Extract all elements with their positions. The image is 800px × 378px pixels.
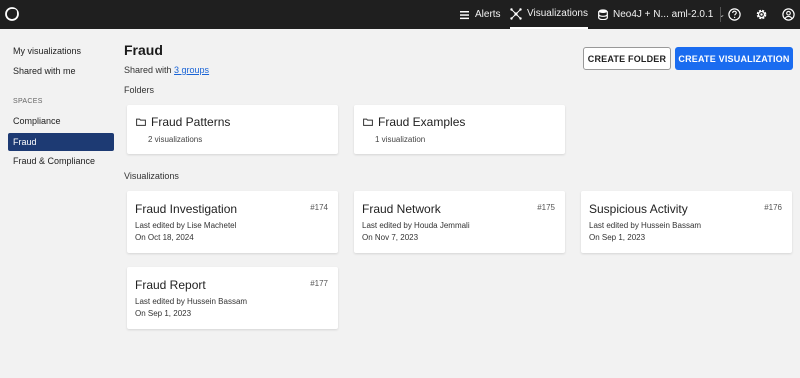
- visualization-title: Fraud Network: [362, 202, 441, 216]
- visualization-date: On Sep 1, 2023: [589, 233, 646, 242]
- create-folder-button[interactable]: CREATE FOLDER: [583, 47, 671, 70]
- shared-prefix: Shared with: [124, 65, 175, 75]
- visualization-date: On Oct 18, 2024: [135, 233, 194, 242]
- folders-heading: Folders: [124, 85, 155, 95]
- visualization-date: On Nov 7, 2023: [362, 233, 419, 242]
- shared-groups-link[interactable]: 3 groups: [174, 65, 209, 75]
- folder-card[interactable]: Fraud Patterns 2 visualizations: [127, 105, 338, 154]
- folder-count: 1 visualization: [375, 135, 426, 144]
- folder-icon: [363, 118, 373, 126]
- visualization-edited-by: Last edited by Lise Machetel: [135, 221, 237, 230]
- gear-icon[interactable]: [755, 8, 768, 21]
- visualization-id: #175: [537, 203, 555, 212]
- folder-title: Fraud Examples: [378, 115, 466, 129]
- sidebar-item-compliance[interactable]: Compliance: [8, 112, 114, 130]
- visualization-title: Fraud Investigation: [135, 202, 238, 216]
- help-icon[interactable]: [728, 8, 741, 21]
- spaces-heading: SPACES: [13, 98, 43, 105]
- sidebar: My visualizations Shared with me SPACES …: [0, 29, 121, 378]
- sidebar-item-my-visualizations[interactable]: My visualizations: [8, 42, 114, 60]
- folder-icon: [136, 118, 146, 126]
- database-icon: [598, 9, 608, 20]
- visualization-id: #177: [310, 279, 328, 288]
- sidebar-item-fraud[interactable]: Fraud: [8, 133, 114, 151]
- visualization-title: Fraud Report: [135, 278, 206, 292]
- top-bar: Alerts Visualizations Neo4J + N... aml-2…: [0, 0, 800, 29]
- divider: [720, 7, 721, 22]
- visualization-card[interactable]: Fraud Network #175 Last edited by Houda …: [354, 191, 565, 253]
- database-selector[interactable]: Neo4J + N... aml-2.0.1 ⌄: [598, 0, 725, 29]
- create-visualization-button[interactable]: CREATE VISUALIZATION: [675, 47, 793, 70]
- folder-card[interactable]: Fraud Examples 1 visualization: [354, 105, 565, 154]
- visualization-id: #176: [764, 203, 782, 212]
- visualization-date: On Sep 1, 2023: [135, 309, 192, 318]
- visualizations-tab[interactable]: Visualizations: [510, 0, 588, 29]
- alerts-list-icon: [460, 10, 469, 19]
- sidebar-item-shared-with-me[interactable]: Shared with me: [8, 62, 114, 80]
- user-icon[interactable]: [782, 8, 795, 21]
- alerts-tab-label: Alerts: [475, 9, 501, 20]
- visualizations-heading: Visualizations: [124, 171, 179, 181]
- visualization-id: #174: [310, 203, 328, 212]
- app-logo-icon[interactable]: [5, 7, 19, 21]
- shared-with-text: Shared with 3 groups: [124, 65, 209, 75]
- visualization-card[interactable]: Suspicious Activity #176 Last edited by …: [581, 191, 792, 253]
- visualization-edited-by: Last edited by Hussein Bassam: [135, 297, 248, 306]
- visualization-card[interactable]: Fraud Report #177 Last edited by Hussein…: [127, 267, 338, 329]
- visualizations-tab-label: Visualizations: [527, 8, 588, 19]
- visualization-card[interactable]: Fraud Investigation #174 Last edited by …: [127, 191, 338, 253]
- sidebar-item-fraud-compliance[interactable]: Fraud & Compliance: [8, 152, 114, 170]
- page-title: Fraud: [124, 42, 163, 58]
- visualization-edited-by: Last edited by Hussein Bassam: [589, 221, 702, 230]
- alerts-tab[interactable]: Alerts: [459, 0, 501, 29]
- folder-count: 2 visualizations: [148, 135, 203, 144]
- folder-title: Fraud Patterns: [151, 115, 231, 129]
- database-label: Neo4J + N... aml-2.0.1: [613, 9, 714, 20]
- visualization-edited-by: Last edited by Houda Jemmali: [362, 221, 470, 230]
- visualization-title: Suspicious Activity: [589, 202, 688, 216]
- graph-icon: [510, 7, 522, 20]
